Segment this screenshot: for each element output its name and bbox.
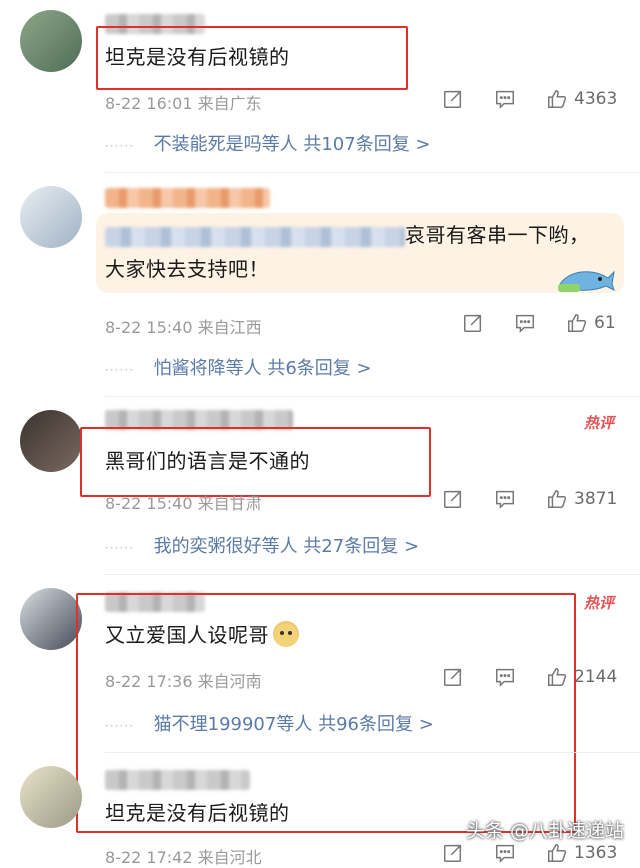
comment-time: 8-22 15:40 bbox=[105, 318, 193, 337]
like-count: 61 bbox=[594, 313, 616, 333]
watermark: 头条 @八卦速递站 bbox=[465, 820, 624, 842]
dots-divider: ······ bbox=[105, 719, 134, 733]
comment-location: 来自广东 bbox=[197, 94, 262, 113]
comment-meta: 8-22 17:36 来自河南 bbox=[105, 668, 262, 692]
avatar[interactable] bbox=[20, 186, 82, 248]
dots-divider: ······ bbox=[105, 541, 134, 555]
dots-divider: ······ bbox=[105, 139, 134, 153]
comment-actions: 4363 bbox=[440, 86, 620, 112]
comment-actions: 3871 bbox=[440, 486, 620, 512]
avatar[interactable] bbox=[20, 410, 82, 472]
comment-meta: 8-22 16:01 来自广东 bbox=[105, 90, 262, 114]
reply-count[interactable]: 共27条回复 > bbox=[303, 536, 419, 557]
like-count: 3871 bbox=[574, 489, 618, 509]
hot-comment-badge: 热评 bbox=[583, 594, 614, 612]
comment-location: 来自甘肃 bbox=[197, 494, 262, 513]
comment-text: 坦克是没有后视镜的 bbox=[105, 45, 290, 69]
comment-time: 8-22 17:36 bbox=[105, 672, 193, 691]
comment-icon[interactable] bbox=[512, 310, 538, 336]
avatar[interactable] bbox=[20, 588, 82, 650]
comment-actions: 2144 bbox=[440, 664, 620, 690]
like-icon[interactable] bbox=[544, 664, 570, 690]
like-icon[interactable] bbox=[564, 310, 590, 336]
hot-comment-badge: 热评 bbox=[583, 414, 614, 432]
reply-summary[interactable]: ······ 猫不理199907等人 共96条回复 > bbox=[105, 710, 434, 736]
comment-meta: 8-22 17:42 来自河北 bbox=[105, 844, 262, 868]
comment-actions: 1363 bbox=[440, 840, 620, 866]
comment-icon[interactable] bbox=[492, 840, 518, 866]
divider bbox=[105, 396, 640, 397]
shark-sticker-icon bbox=[558, 270, 615, 292]
reply-count[interactable]: 共107条回复 > bbox=[303, 134, 430, 155]
username-blurred[interactable] bbox=[105, 188, 270, 208]
reply-users[interactable]: 怕酱将降等人 bbox=[154, 358, 262, 379]
divider bbox=[105, 752, 640, 753]
comment-location: 来自河北 bbox=[197, 848, 262, 867]
like-icon[interactable] bbox=[544, 86, 570, 112]
avatar[interactable] bbox=[20, 766, 82, 828]
comment-icon[interactable] bbox=[492, 486, 518, 512]
comment-time: 8-22 15:40 bbox=[105, 494, 193, 513]
comment-text: 又立爱国人设呢哥 bbox=[105, 618, 299, 652]
share-icon[interactable] bbox=[440, 86, 466, 112]
reply-count[interactable]: 共6条回复 > bbox=[267, 358, 371, 379]
reply-users[interactable]: 猫不理199907等人 bbox=[154, 714, 313, 735]
share-icon[interactable] bbox=[440, 486, 466, 512]
like-count: 4363 bbox=[574, 89, 618, 109]
share-icon[interactable] bbox=[460, 310, 486, 336]
comment-location: 来自江西 bbox=[197, 318, 262, 337]
comment-text: 哀哥有客串一下哟， 大家快去支持吧！ bbox=[105, 218, 590, 286]
like-icon[interactable] bbox=[544, 840, 570, 866]
blurred-text bbox=[105, 226, 405, 247]
reply-summary[interactable]: ······ 怕酱将降等人 共6条回复 > bbox=[105, 354, 372, 380]
like-count: 1363 bbox=[574, 843, 618, 863]
comment-location: 来自河南 bbox=[197, 672, 262, 691]
reply-users[interactable]: 不装能死是吗等人 bbox=[154, 134, 298, 155]
comment-text-line2: 大家快去支持吧！ bbox=[105, 257, 269, 281]
comment-meta: 8-22 15:40 来自江西 bbox=[105, 314, 262, 338]
reply-summary[interactable]: ······ 我的奕粥很好等人 共27条回复 > bbox=[105, 532, 419, 558]
dots-divider: ······ bbox=[105, 363, 134, 377]
comment-text: 黑哥们的语言是不通的 bbox=[105, 449, 310, 473]
reply-summary[interactable]: ······ 不装能死是吗等人 共107条回复 > bbox=[105, 130, 431, 156]
avatar[interactable] bbox=[20, 10, 82, 72]
like-icon[interactable] bbox=[544, 486, 570, 512]
comment-text: 坦克是没有后视镜的 bbox=[105, 801, 290, 825]
reply-count[interactable]: 共96条回复 > bbox=[318, 714, 434, 735]
comment-time: 8-22 16:01 bbox=[105, 94, 193, 113]
comment-icon[interactable] bbox=[492, 86, 518, 112]
divider bbox=[105, 172, 640, 173]
comment-actions: 61 bbox=[460, 310, 620, 336]
share-icon[interactable] bbox=[440, 840, 466, 866]
like-count: 2144 bbox=[574, 667, 618, 687]
share-icon[interactable] bbox=[440, 664, 466, 690]
comment-text-visible: 哀哥有客串一下哟， bbox=[405, 223, 590, 247]
divider bbox=[105, 574, 640, 575]
comment-time: 8-22 17:42 bbox=[105, 848, 193, 867]
username-blurred[interactable] bbox=[105, 770, 250, 790]
reply-users[interactable]: 我的奕粥很好等人 bbox=[154, 536, 298, 557]
doge-emoji-icon bbox=[273, 621, 299, 647]
comment-text-content: 又立爱国人设呢哥 bbox=[105, 623, 269, 647]
comment-icon[interactable] bbox=[492, 664, 518, 690]
comment-meta: 8-22 15:40 来自甘肃 bbox=[105, 490, 262, 514]
